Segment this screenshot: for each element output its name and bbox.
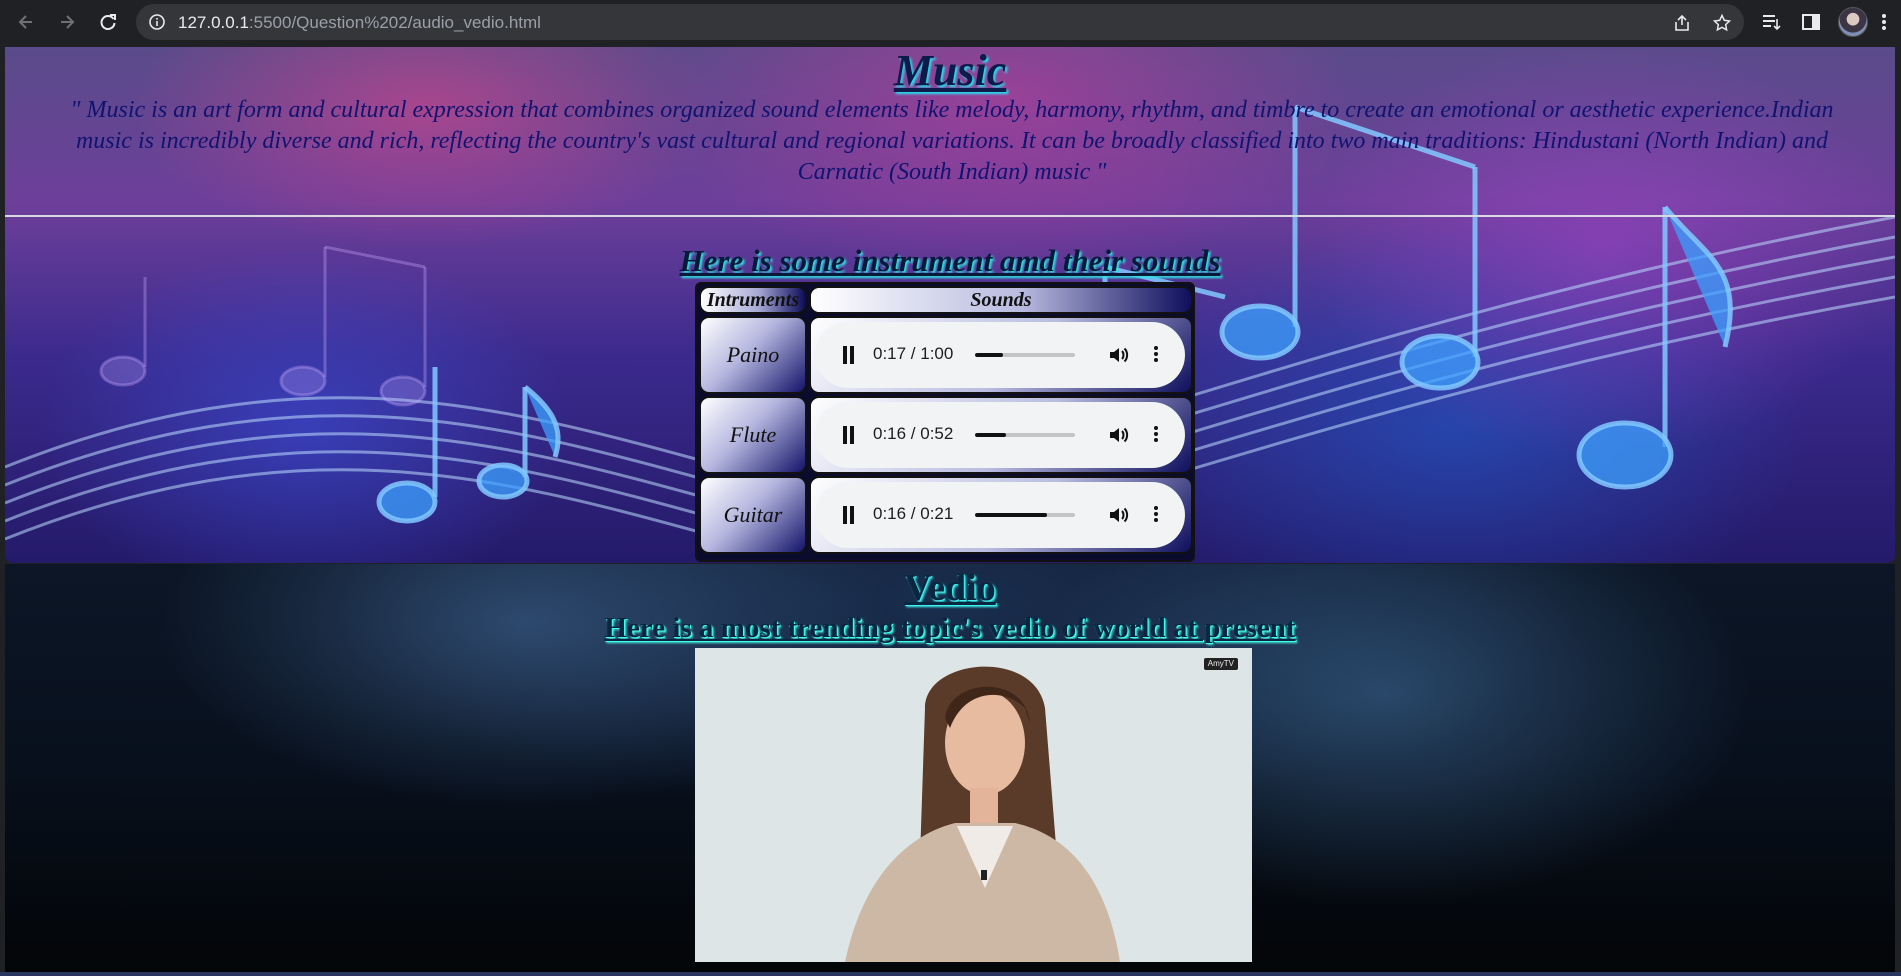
video-watermark: AmyTV — [1203, 658, 1238, 670]
volume-icon[interactable] — [1107, 424, 1129, 446]
instrument-sounds-table: Intruments Sounds Paino 0:17 / 1:00 Flut… — [695, 282, 1195, 562]
audio-player[interactable]: 0:16 / 0:52 — [815, 402, 1185, 468]
sound-cell: 0:16 / 0:21 — [809, 476, 1193, 554]
pause-icon[interactable] — [841, 426, 855, 444]
volume-icon[interactable] — [1107, 504, 1129, 526]
page-bottom-edge — [0, 972, 1901, 976]
info-icon[interactable] — [148, 13, 166, 31]
instrument-cell: Paino — [699, 316, 807, 394]
audio-progress-fill — [975, 353, 1003, 357]
header-sounds: Sounds — [809, 286, 1193, 314]
pause-icon[interactable] — [841, 506, 855, 524]
audio-player[interactable]: 0:16 / 0:21 — [815, 482, 1185, 548]
audio-progress-bar[interactable] — [975, 433, 1075, 437]
volume-icon[interactable] — [1107, 344, 1129, 366]
audio-progress-bar[interactable] — [975, 353, 1075, 357]
page-viewport: Music " Music is an art form and cultura… — [0, 44, 1901, 976]
instruments-heading: Here is some instrument amd their sounds — [679, 243, 1221, 278]
audio-time: 0:16 / 0:21 — [873, 504, 954, 523]
header-instruments: Intruments — [699, 286, 807, 314]
share-icon[interactable] — [1672, 13, 1692, 33]
address-bar[interactable]: 127.0.0.1:5500/Question%202/audio_vedio.… — [136, 4, 1744, 40]
audio-progress-fill — [975, 433, 1006, 437]
audio-progress-fill — [975, 513, 1047, 517]
music-section: Music " Music is an art form and cultura… — [5, 47, 1895, 563]
menu-dots-icon[interactable] — [1880, 11, 1888, 33]
sound-cell: 0:17 / 1:00 — [809, 316, 1193, 394]
more-options-icon[interactable] — [1153, 424, 1159, 446]
profile-avatar[interactable] — [1838, 7, 1868, 37]
more-options-icon[interactable] — [1153, 504, 1159, 526]
browser-toolbar: 127.0.0.1:5500/Question%202/audio_vedio.… — [0, 0, 1901, 44]
audio-time: 0:17 / 1:00 — [873, 344, 954, 363]
video-player[interactable]: AmyTV — [695, 648, 1252, 962]
star-icon[interactable] — [1712, 13, 1732, 33]
instrument-cell: Guitar — [699, 476, 807, 554]
audio-player[interactable]: 0:17 / 1:00 — [815, 322, 1185, 388]
vedio-section: Vedio Here is a most trending topic's ve… — [5, 564, 1895, 976]
pause-icon[interactable] — [841, 346, 855, 364]
reading-list-icon[interactable] — [1760, 11, 1782, 33]
more-options-icon[interactable] — [1153, 344, 1159, 366]
section-divider — [5, 215, 1895, 217]
reload-icon[interactable] — [96, 10, 120, 34]
instrument-cell: Flute — [699, 396, 807, 474]
back-arrow-icon[interactable] — [14, 10, 38, 34]
url-text[interactable]: 127.0.0.1:5500/Question%202/audio_vedio.… — [178, 13, 541, 33]
vedio-title: Vedio — [904, 567, 996, 609]
music-title: Music — [893, 47, 1007, 95]
vedio-subtitle: Here is a most trending topic's vedio of… — [604, 612, 1296, 644]
forward-arrow-icon[interactable] — [55, 10, 79, 34]
sound-cell: 0:16 / 0:52 — [809, 396, 1193, 474]
video-frame-presenter — [695, 648, 1252, 962]
audio-progress-bar[interactable] — [975, 513, 1075, 517]
music-quote: " Music is an art form and cultural expr… — [70, 97, 1834, 185]
audio-time: 0:16 / 0:52 — [873, 424, 954, 443]
sidebar-icon[interactable] — [1800, 11, 1822, 33]
